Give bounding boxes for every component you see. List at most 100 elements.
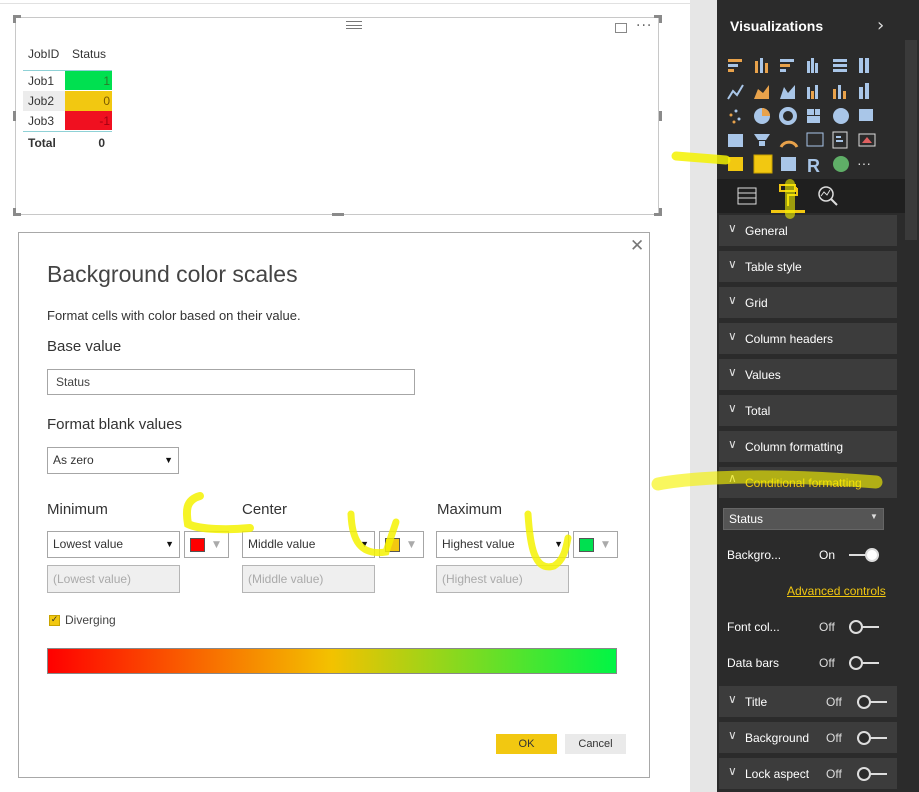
paint-roller-icon[interactable] [778, 184, 798, 208]
center-label: Center [242, 501, 288, 518]
svg-text:R: R [807, 156, 820, 176]
maximum-select[interactable]: Highest value ▼ [436, 531, 569, 558]
analytics-tab-icon[interactable] [817, 185, 839, 207]
center-value-input[interactable]: (Middle value) [242, 565, 375, 593]
fields-tab-icon[interactable] [737, 187, 757, 205]
color-swatch [190, 538, 205, 552]
section-general[interactable]: ∨ General [719, 215, 897, 247]
data-bars-toggle[interactable] [849, 656, 879, 670]
chevron-down-icon: ▼ [164, 455, 173, 465]
resize-handle[interactable] [659, 15, 662, 23]
table-row: Job1 1 [23, 71, 112, 91]
chevron-down-icon: ▼ [554, 539, 563, 549]
section-lock-aspect[interactable]: ∨ Lock aspect Off [719, 758, 897, 790]
toggle-knob [849, 620, 863, 634]
table-row: Job3 -1 [23, 111, 112, 131]
section-label: Title [745, 695, 768, 709]
blank-values-selected: As zero [53, 453, 94, 467]
chevron-down-icon: ▼ [408, 540, 415, 550]
resize-handle[interactable] [13, 15, 16, 23]
chevron-down-icon: ∨ [728, 329, 737, 343]
diverging-checkbox[interactable]: ✓ [49, 615, 60, 626]
jobid-cell: Job3 [28, 114, 55, 128]
section-conditional-formatting[interactable]: ∧ Conditional formatting [719, 467, 897, 499]
maximum-color-picker[interactable]: ▼ [573, 531, 618, 558]
total-value: 0 [98, 136, 105, 150]
pane-scrollbar[interactable] [905, 40, 917, 240]
collapse-chevron-icon[interactable]: › [877, 15, 884, 36]
chevron-down-icon: ▼ [165, 539, 174, 549]
ok-button[interactable]: OK [496, 734, 557, 754]
color-scale-dialog: ✕ Background color scales Format cells w… [18, 232, 650, 778]
svg-text:···: ··· [857, 155, 871, 171]
advanced-controls-link[interactable]: Advanced controls [787, 584, 886, 598]
minimum-value-input[interactable]: (Lowest value) [47, 565, 180, 593]
lock-aspect-toggle[interactable] [857, 767, 887, 781]
maximum-label: Maximum [437, 501, 503, 518]
dialog-title: Background color scales [47, 261, 298, 287]
field-select[interactable]: Status ▼ [723, 508, 884, 530]
section-background[interactable]: ∨ Background Off [719, 722, 897, 754]
section-state: Off [826, 767, 842, 781]
color-swatch [579, 538, 594, 552]
blank-values-select[interactable]: As zero ▼ [47, 447, 179, 474]
table-visual[interactable]: ··· JobID Status Job1 1 Job2 0 Job3 -1 T… [15, 17, 659, 215]
color-swatch [385, 538, 400, 552]
diverging-label: Diverging [65, 613, 116, 627]
column-header-status[interactable]: Status [72, 44, 106, 64]
resize-handle[interactable] [13, 208, 16, 216]
dialog-description: Format cells with color based on their v… [47, 308, 301, 323]
blank-values-label: Format blank values [47, 416, 183, 433]
section-label: Total [745, 404, 771, 418]
resize-handle[interactable] [659, 208, 662, 216]
status-cell: 0 [103, 94, 110, 108]
resize-handle[interactable] [332, 213, 344, 216]
focus-mode-icon[interactable] [615, 23, 627, 33]
minimum-label: Minimum [47, 501, 108, 518]
section-table-style[interactable]: ∨ Table style [719, 251, 897, 283]
pane-tab-bar [717, 179, 905, 213]
chevron-down-icon: ∨ [728, 437, 737, 451]
close-icon[interactable]: ✕ [630, 237, 644, 255]
resize-handle[interactable] [659, 111, 662, 121]
section-label: Column formatting [745, 440, 844, 454]
minimum-color-picker[interactable]: ▼ [184, 531, 229, 558]
section-state: Off [826, 731, 842, 745]
jobid-cell: Job2 [28, 94, 55, 108]
background-toggle[interactable] [857, 731, 887, 745]
chevron-down-icon: ∨ [728, 728, 737, 742]
column-header-jobid[interactable]: JobID [28, 44, 59, 64]
background-color-toggle[interactable] [849, 548, 879, 562]
maximum-value-input[interactable]: (Highest value) [436, 565, 569, 593]
font-color-toggle[interactable] [849, 620, 879, 634]
visual-type-gallery[interactable]: R ··· [725, 55, 901, 177]
base-value-field[interactable]: Status [47, 369, 415, 395]
color-scale-preview [47, 648, 617, 674]
minimum-select[interactable]: Lowest value ▼ [47, 531, 180, 558]
section-column-formatting[interactable]: ∨ Column formatting [719, 431, 897, 463]
center-selected: Middle value [248, 537, 316, 551]
title-toggle[interactable] [857, 695, 887, 709]
resize-handle[interactable] [13, 111, 16, 121]
section-title[interactable]: ∨ Title Off [719, 686, 897, 718]
toggle-knob [857, 695, 871, 709]
center-color-picker[interactable]: ▼ [379, 531, 424, 558]
more-options-icon[interactable]: ··· [636, 18, 652, 34]
center-select[interactable]: Middle value ▼ [242, 531, 375, 558]
section-grid[interactable]: ∨ Grid [719, 287, 897, 319]
chevron-down-icon: ∨ [728, 221, 737, 235]
section-label: General [745, 224, 788, 238]
base-value-label: Base value [47, 338, 122, 355]
chevron-down-icon: ▼ [870, 512, 878, 521]
section-label: Values [745, 368, 781, 382]
cancel-button[interactable]: Cancel [565, 734, 626, 754]
chevron-down-icon: ∨ [728, 401, 737, 415]
drag-grip-icon[interactable] [346, 21, 362, 29]
section-column-headers[interactable]: ∨ Column headers [719, 323, 897, 355]
chevron-up-icon: ∧ [728, 471, 737, 485]
chevron-down-icon: ∨ [728, 764, 737, 778]
section-values[interactable]: ∨ Values [719, 359, 897, 391]
section-total[interactable]: ∨ Total [719, 395, 897, 427]
active-tab-indicator [771, 210, 805, 213]
font-color-state: Off [819, 620, 835, 634]
